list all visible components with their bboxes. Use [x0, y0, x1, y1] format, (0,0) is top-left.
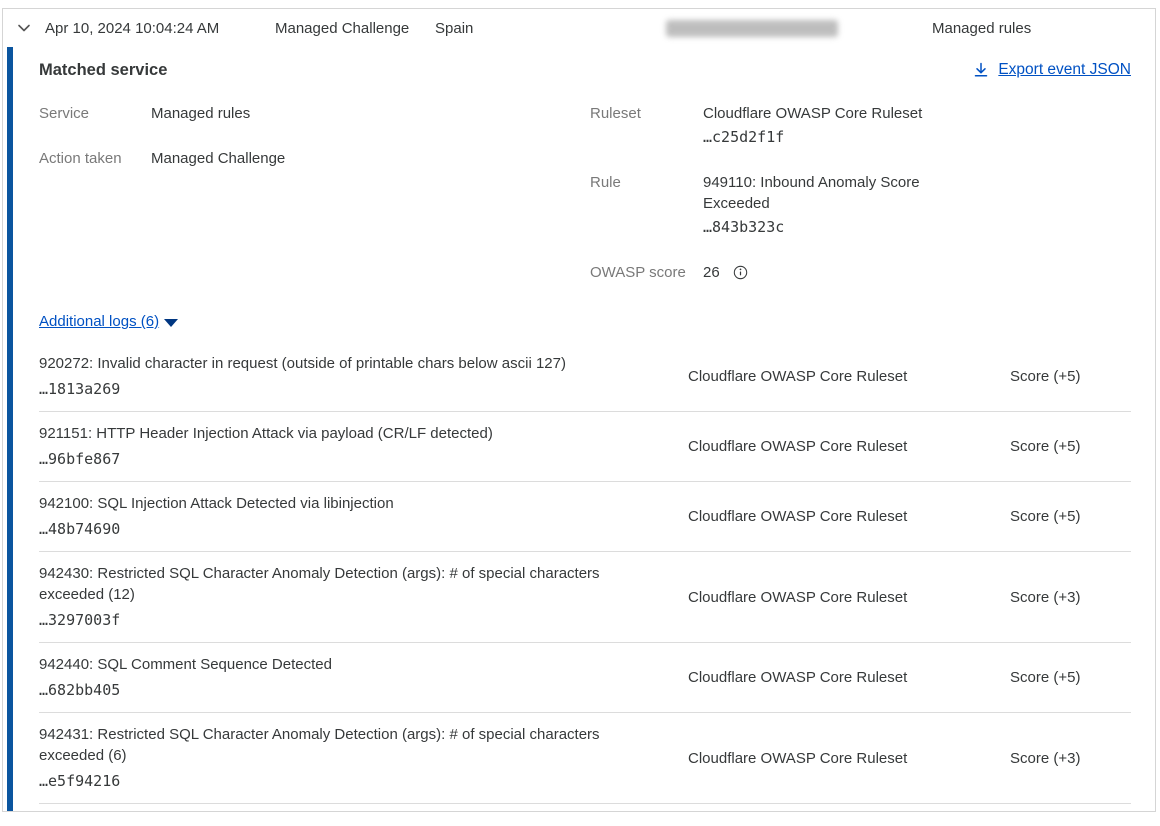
field-label: Action taken: [39, 148, 151, 169]
owasp-score-value: 26: [703, 262, 720, 283]
log-rule-hash: …682bb405: [39, 679, 633, 701]
log-score: Score (+3): [1010, 563, 1131, 631]
log-rule-hash: …96bfe867: [39, 448, 633, 470]
log-ruleset: Cloudflare OWASP Core Ruleset: [688, 353, 1010, 400]
field-value: Managed Challenge: [151, 148, 285, 169]
additional-logs-table: 920272: Invalid character in request (ou…: [39, 342, 1131, 804]
log-row: 921151: HTTP Header Injection Attack via…: [39, 412, 1131, 482]
event-service: Managed rules: [932, 20, 1031, 37]
log-rule-description: 920272: Invalid character in request (ou…: [39, 353, 688, 400]
log-rule-description: 921151: HTTP Header Injection Attack via…: [39, 423, 688, 470]
ruleset-id-hash: …c25d2f1f: [703, 127, 945, 148]
ruleset-name: Cloudflare OWASP Core Ruleset: [703, 105, 922, 122]
log-score: Score (+5): [1010, 423, 1131, 470]
log-rule-text: 921151: HTTP Header Injection Attack via…: [39, 425, 493, 442]
log-ruleset: Cloudflare OWASP Core Ruleset: [688, 423, 1010, 470]
log-ruleset: Cloudflare OWASP Core Ruleset: [688, 493, 1010, 540]
log-rule-description: 942100: SQL Injection Attack Detected vi…: [39, 493, 688, 540]
log-ruleset: Cloudflare OWASP Core Ruleset: [688, 563, 1010, 631]
field-owasp-score: OWASP score 26: [590, 262, 1010, 283]
event-detail-panel: Matched service Export event JSON Servic…: [7, 47, 1155, 812]
detail-fields-left: Service Managed rules Action taken Manag…: [39, 103, 590, 283]
chevron-down-icon: [16, 20, 32, 36]
info-icon[interactable]: [733, 265, 748, 280]
field-rule: Rule 949110: Inbound Anomaly Score Excee…: [590, 172, 1010, 238]
log-rule-hash: …48b74690: [39, 518, 633, 540]
field-service: Service Managed rules: [39, 103, 590, 124]
log-rule-text: 942440: SQL Comment Sequence Detected: [39, 656, 332, 673]
matched-service-title: Matched service: [39, 61, 167, 80]
field-label: OWASP score: [590, 262, 703, 283]
collapse-row-button[interactable]: [16, 20, 45, 36]
log-score: Score (+3): [1010, 724, 1131, 792]
field-label: Ruleset: [590, 103, 703, 148]
log-rule-text: 942100: SQL Injection Attack Detected vi…: [39, 495, 394, 512]
detail-fields-right: Ruleset Cloudflare OWASP Core Ruleset …c…: [590, 103, 1010, 283]
redacted-value: [666, 20, 838, 37]
rule-name: 949110: Inbound Anomaly Score Exceeded: [703, 174, 920, 212]
log-score: Score (+5): [1010, 654, 1131, 701]
export-event-json-link[interactable]: Export event JSON: [973, 61, 1131, 79]
event-action: Managed Challenge: [275, 20, 435, 37]
log-row: 942440: SQL Comment Sequence Detected …6…: [39, 643, 1131, 713]
field-value: 949110: Inbound Anomaly Score Exceeded ……: [703, 172, 945, 238]
log-rule-text: 942431: Restricted SQL Character Anomaly…: [39, 726, 600, 764]
triangle-down-icon[interactable]: [164, 319, 178, 327]
log-score: Score (+5): [1010, 493, 1131, 540]
field-value: Cloudflare OWASP Core Ruleset …c25d2f1f: [703, 103, 945, 148]
field-value: 26: [703, 262, 945, 283]
log-row: 942431: Restricted SQL Character Anomaly…: [39, 713, 1131, 804]
log-score: Score (+5): [1010, 353, 1131, 400]
field-label: Rule: [590, 172, 703, 238]
log-rule-text: 920272: Invalid character in request (ou…: [39, 355, 566, 372]
field-value: Managed rules: [151, 103, 250, 124]
download-icon: [973, 62, 989, 78]
log-ruleset: Cloudflare OWASP Core Ruleset: [688, 654, 1010, 701]
field-action-taken: Action taken Managed Challenge: [39, 148, 590, 169]
event-summary-row[interactable]: Apr 10, 2024 10:04:24 AM Managed Challen…: [3, 9, 1155, 47]
field-label: Service: [39, 103, 151, 124]
log-rule-description: 942430: Restricted SQL Character Anomaly…: [39, 563, 688, 631]
log-rule-hash: …3297003f: [39, 609, 633, 631]
export-event-json-label[interactable]: Export event JSON: [998, 61, 1131, 79]
log-row: 942100: SQL Injection Attack Detected vi…: [39, 482, 1131, 552]
event-timestamp: Apr 10, 2024 10:04:24 AM: [45, 20, 275, 37]
log-rule-text: 942430: Restricted SQL Character Anomaly…: [39, 565, 600, 603]
log-rule-description: 942431: Restricted SQL Character Anomaly…: [39, 724, 688, 792]
log-rule-description: 942440: SQL Comment Sequence Detected …6…: [39, 654, 688, 701]
rule-id-hash: …843b323c: [703, 217, 945, 238]
field-ruleset: Ruleset Cloudflare OWASP Core Ruleset …c…: [590, 103, 1010, 148]
event-country: Spain: [435, 20, 666, 37]
log-ruleset: Cloudflare OWASP Core Ruleset: [688, 724, 1010, 792]
firewall-event-row: Apr 10, 2024 10:04:24 AM Managed Challen…: [2, 8, 1156, 812]
log-rule-hash: …1813a269: [39, 378, 633, 400]
log-row: 920272: Invalid character in request (ou…: [39, 342, 1131, 412]
log-rule-hash: …e5f94216: [39, 770, 633, 792]
additional-logs-link[interactable]: Additional logs (6): [39, 313, 159, 330]
log-row: 942430: Restricted SQL Character Anomaly…: [39, 552, 1131, 643]
